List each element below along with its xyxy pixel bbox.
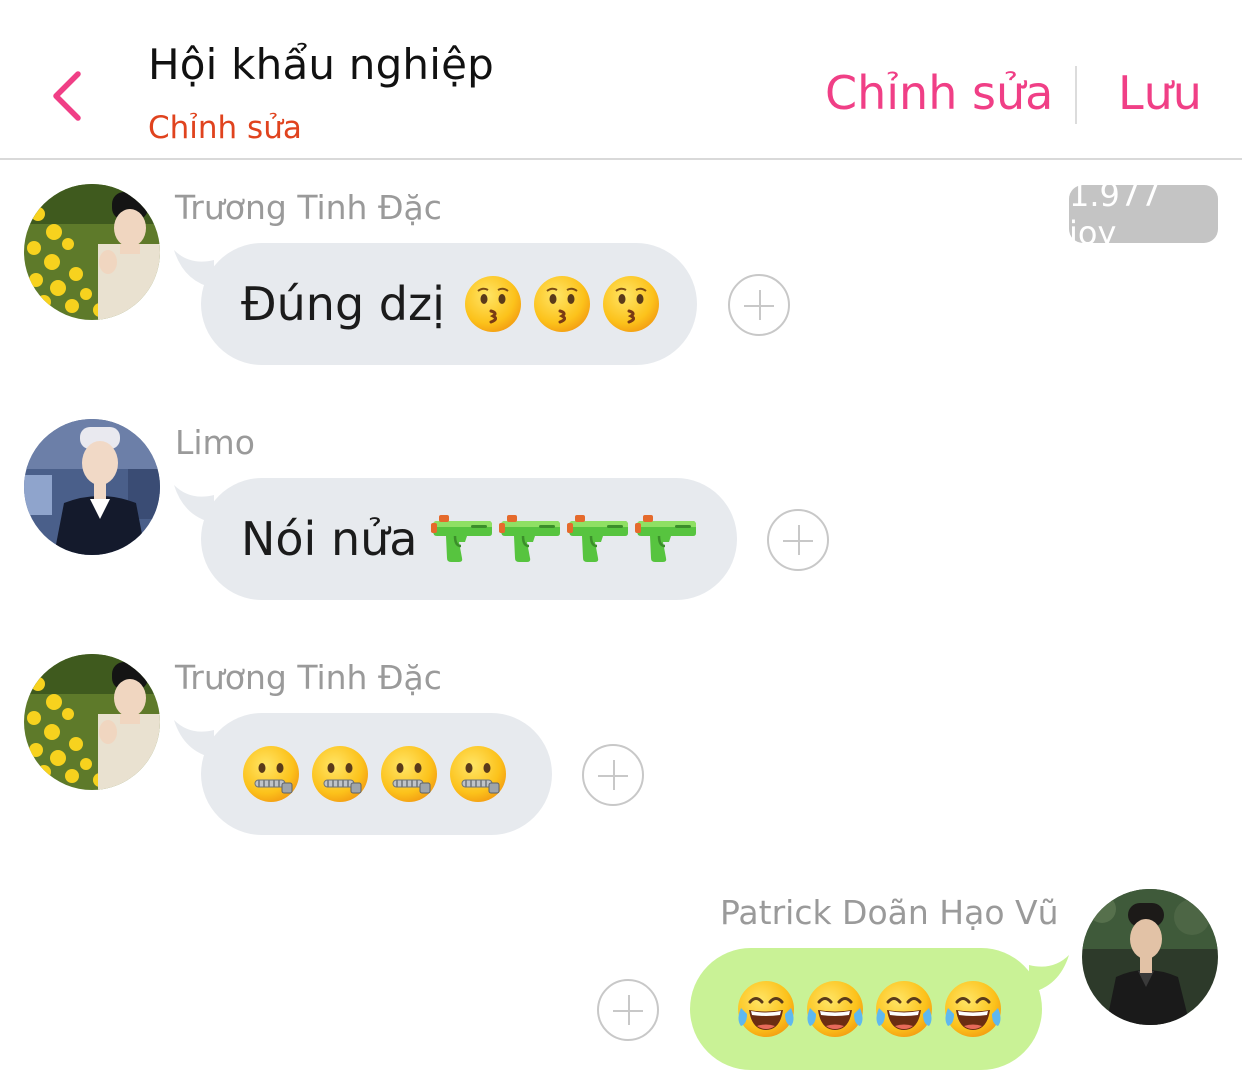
sender-name: Limo — [175, 423, 255, 462]
message-text: Đúng dzị — [241, 277, 445, 331]
avatar[interactable] — [24, 654, 160, 790]
avatar[interactable] — [1082, 889, 1218, 1025]
edit-button[interactable]: Chỉnh sửa — [825, 66, 1053, 120]
message-text: Nói nửa — [241, 512, 418, 566]
kissing-face-icon — [533, 275, 591, 333]
save-button[interactable]: Lưu — [1118, 66, 1202, 120]
water-pistol-icon — [635, 513, 697, 565]
water-pistol-icon — [499, 513, 561, 565]
avatar[interactable] — [24, 419, 160, 555]
zipper-mouth-face-icon — [380, 745, 438, 803]
add-reaction-button[interactable] — [582, 744, 644, 806]
add-reaction-button[interactable] — [728, 274, 790, 336]
chevron-left-icon — [53, 71, 81, 121]
water-pistol-icon — [431, 513, 493, 565]
back-button[interactable] — [40, 62, 100, 126]
zipper-mouth-face-icon — [311, 745, 369, 803]
message-bubble[interactable]: Đúng dzị — [201, 243, 697, 365]
message-bubble[interactable] — [201, 713, 552, 835]
avatar[interactable] — [24, 184, 160, 320]
zipper-mouth-face-icon — [449, 745, 507, 803]
add-reaction-button[interactable] — [767, 509, 829, 571]
face-with-tears-of-joy-icon — [944, 980, 1002, 1038]
sender-name: Trương Tinh Đặc — [175, 658, 442, 697]
add-reaction-button[interactable] — [597, 979, 659, 1041]
message-bubble[interactable]: Nói nửa — [201, 478, 737, 600]
chat-subtitle: Chỉnh sửa — [148, 110, 302, 146]
zipper-mouth-face-icon — [242, 745, 300, 803]
water-pistol-icon — [567, 513, 629, 565]
chat-header: Hội khẩu nghiệp Chỉnh sửa Chỉnh sửa Lưu — [0, 0, 1242, 160]
kissing-face-icon — [602, 275, 660, 333]
face-with-tears-of-joy-icon — [737, 980, 795, 1038]
message-bubble[interactable] — [690, 948, 1042, 1070]
sender-name: Trương Tinh Đặc — [175, 188, 442, 227]
score-badge: 1.977 joy — [1069, 176, 1218, 252]
sender-name: Patrick Doãn Hạo Vũ — [720, 893, 1059, 932]
header-divider — [1075, 66, 1077, 124]
face-with-tears-of-joy-icon — [806, 980, 864, 1038]
kissing-face-icon — [464, 275, 522, 333]
face-with-tears-of-joy-icon — [875, 980, 933, 1038]
chat-title: Hội khẩu nghiệp — [148, 40, 495, 89]
